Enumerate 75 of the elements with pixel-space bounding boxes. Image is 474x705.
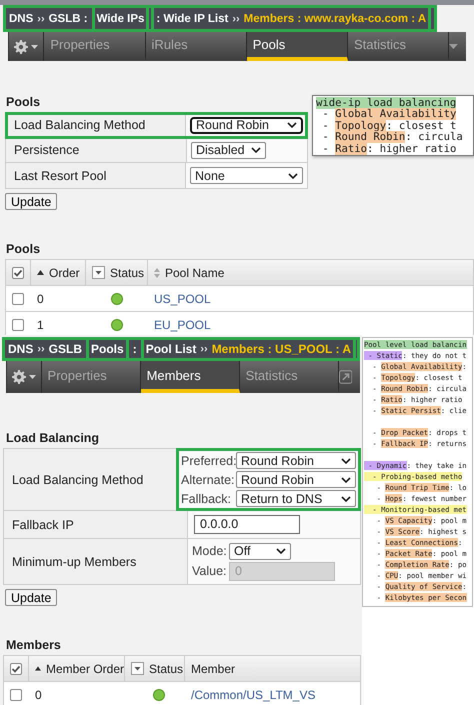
breadcrumb-separator: ›› <box>37 343 45 355</box>
breadcrumb-link[interactable]: : <box>132 342 137 356</box>
table-cell: 0 <box>35 688 42 702</box>
note-line: - Round Robin: circula <box>321 132 464 144</box>
section-heading: Members <box>5 637 62 654</box>
table-link[interactable]: /Common/US_LTM_VS <box>191 688 316 702</box>
column-header[interactable]: Status <box>149 662 184 676</box>
checkbox[interactable] <box>12 292 24 304</box>
caret-icon <box>28 375 36 379</box>
section-heading: Pools <box>5 241 42 258</box>
dropdown[interactable]: Round Robin <box>236 471 356 488</box>
dropdown[interactable]: Round Robin <box>190 116 303 134</box>
column-header[interactable]: Status <box>110 266 144 280</box>
checkbox[interactable] <box>12 266 24 278</box>
settings-icon <box>14 40 28 54</box>
breadcrumb-link[interactable]: GSLB <box>48 342 82 356</box>
breadcrumb-current: Members : US_POOL : A <box>212 342 352 356</box>
checkbox[interactable] <box>10 688 22 700</box>
input-field[interactable]: 0.0.0.0 <box>194 515 300 534</box>
dropdown[interactable]: Disabled <box>191 142 266 158</box>
breadcrumb-link[interactable]: DNS <box>9 12 34 24</box>
chevron-down-icon <box>341 458 351 464</box>
column-header[interactable]: Order <box>49 266 80 280</box>
column-header[interactable]: Member <box>191 662 236 676</box>
checkbox[interactable] <box>12 318 24 330</box>
note-line: - Global Availability <box>321 109 458 120</box>
breadcrumb-link[interactable]: : Wide IP List <box>156 12 228 24</box>
breadcrumb-current: Members : www.rayka-co.com : A <box>244 12 426 24</box>
filter-dropdown-icon[interactable] <box>131 662 144 675</box>
chevron-down-icon <box>341 496 351 502</box>
note-line: - Ratio: higher ratio <box>321 144 458 155</box>
breadcrumb-link[interactable]: GSLB : <box>48 12 88 24</box>
chevron-down-icon <box>250 147 261 153</box>
chevron-down-icon <box>341 476 351 482</box>
field-label: Load Balancing Method <box>4 449 177 510</box>
update-button[interactable]: Update <box>5 589 58 606</box>
breadcrumb-separator: ›› <box>200 343 208 355</box>
column-header[interactable]: Pool Name <box>165 266 224 280</box>
section-heading: Load Balancing <box>5 430 100 447</box>
section-heading: Pools <box>5 94 42 111</box>
field-label: Value: <box>192 564 226 578</box>
caret-icon <box>31 44 38 48</box>
tab[interactable]: Members <box>140 361 240 393</box>
column-header[interactable]: Member Order <box>46 662 124 676</box>
breadcrumb-separator: ›› <box>37 12 45 24</box>
settings-icon <box>12 370 26 384</box>
chevron-down-icon <box>287 122 297 128</box>
field-label: Fallback IP <box>4 511 188 538</box>
chevron-down-icon <box>288 172 298 178</box>
field-label: Minimum-up Members <box>4 539 188 584</box>
table-link[interactable]: US_POOL <box>154 292 211 306</box>
update-button[interactable]: Update <box>5 193 58 210</box>
table-cell: 0 <box>37 292 44 306</box>
chevron-down-icon <box>276 548 286 554</box>
tab[interactable]: Pools <box>246 32 348 61</box>
dropdown[interactable]: Round Robin <box>236 452 356 469</box>
table-link[interactable]: EU_POOL <box>154 318 211 332</box>
field-label: Alternate: <box>181 472 233 486</box>
checkbox[interactable] <box>10 662 22 674</box>
sort-ascending-icon[interactable] <box>37 270 44 275</box>
note-line: - Topology: closest t <box>321 120 456 132</box>
dropdown[interactable]: Return to DNS <box>236 490 356 507</box>
filter-dropdown-icon[interactable] <box>92 266 105 279</box>
table-cell: 1 <box>37 318 44 332</box>
popout-icon[interactable] <box>338 370 352 384</box>
caret-icon[interactable] <box>449 44 458 49</box>
field-label: Fallback: <box>181 492 232 506</box>
breadcrumb-link[interactable]: Pool List <box>146 342 196 356</box>
dropdown[interactable]: Off <box>229 542 291 560</box>
field-label: Preferred: <box>181 454 233 468</box>
dropdown[interactable]: None <box>190 167 303 184</box>
sort-ascending-icon[interactable] <box>35 666 41 671</box>
field-label: Mode: <box>192 544 226 558</box>
breadcrumb-link[interactable]: DNS <box>8 342 34 356</box>
breadcrumb-separator: ›› <box>232 12 240 24</box>
